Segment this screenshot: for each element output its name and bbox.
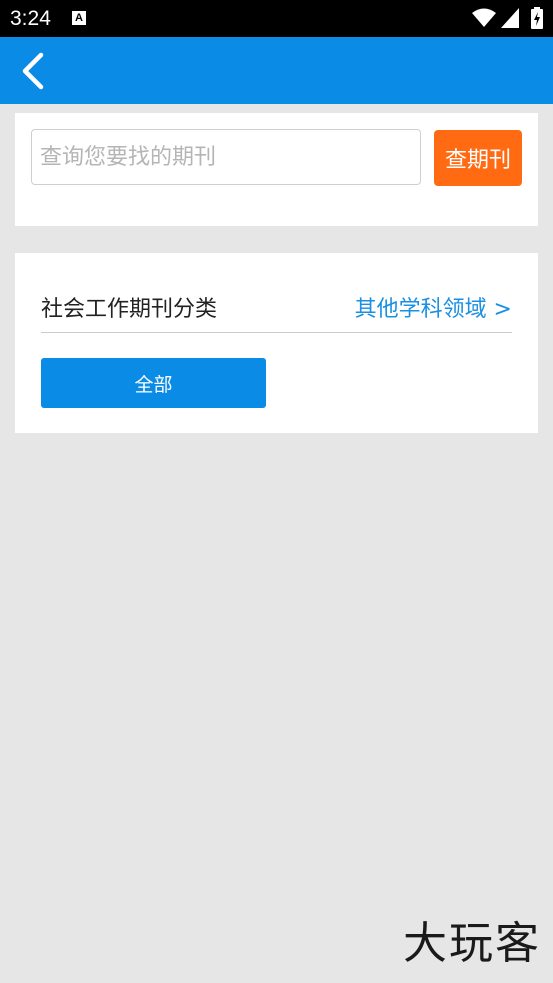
other-fields-link[interactable]: 其他学科领域 > — [355, 291, 512, 323]
back-button[interactable] — [10, 47, 58, 95]
search-card: 查期刊 — [15, 113, 538, 226]
battery-icon — [531, 7, 543, 29]
all-category-button[interactable]: 全部 — [41, 358, 266, 408]
status-time: 3:24 — [10, 7, 51, 30]
a-notification-icon: A — [72, 11, 86, 25]
app-bar — [0, 37, 553, 104]
wifi-icon — [472, 8, 496, 27]
status-icons — [463, 6, 543, 32]
chevron-left-icon — [22, 52, 44, 90]
watermark-logo: 大玩客 — [403, 918, 541, 969]
signal-icon — [501, 8, 519, 28]
search-input[interactable] — [31, 129, 421, 185]
search-button[interactable]: 查期刊 — [434, 130, 522, 186]
category-title: 社会工作期刊分类 — [41, 297, 218, 322]
category-card: 社会工作期刊分类 其他学科领域 > 全部 — [15, 253, 538, 433]
divider — [41, 332, 512, 333]
status-bar: 3:24 A — [0, 0, 553, 37]
